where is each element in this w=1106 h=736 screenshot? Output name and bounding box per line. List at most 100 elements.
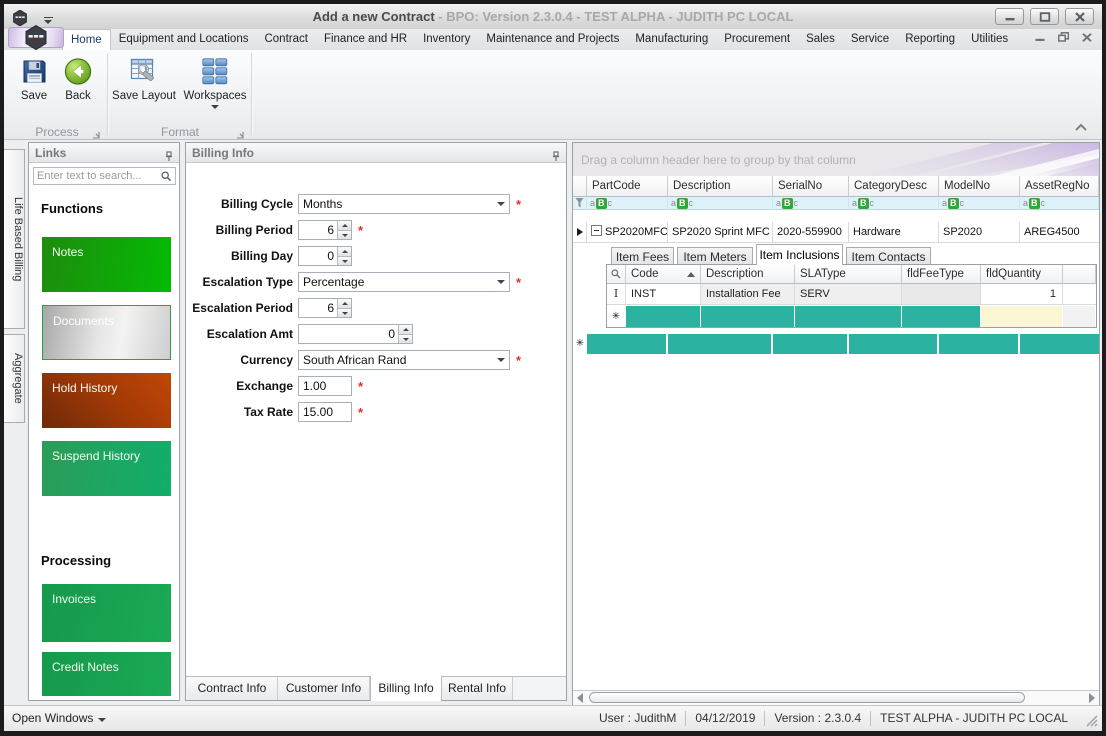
currency-combo[interactable]: South African Rand (298, 350, 510, 370)
spin-down-icon[interactable] (337, 230, 351, 239)
scroll-left-icon[interactable] (577, 693, 583, 703)
save-layout-button[interactable]: Save Layout (110, 53, 178, 125)
ribbon-tab-finance-and-hr[interactable]: Finance and HR (316, 29, 415, 50)
search-icon[interactable] (161, 171, 172, 182)
cell-assetregno[interactable]: AREG4500 (1020, 222, 1099, 243)
ribbon-tab-utilities[interactable]: Utilities (963, 29, 1016, 50)
billing-period-spinner[interactable]: 6 (298, 220, 352, 240)
collapse-ribbon-icon[interactable] (1074, 121, 1088, 136)
detail-cell-fldquantity[interactable]: 1 (981, 284, 1063, 305)
detail-column-slatype[interactable]: SLAType (795, 265, 902, 284)
detail-new-cell-description[interactable] (701, 306, 795, 327)
tab-contract-info[interactable]: Contract Info (187, 677, 278, 700)
spin-up-icon[interactable] (337, 299, 351, 308)
column-header-modelno[interactable]: ModelNo (939, 176, 1020, 197)
detail-column-description[interactable]: Description (701, 265, 795, 284)
detail-column-code[interactable]: Code (626, 265, 701, 284)
suspend-history-button[interactable]: Suspend History (42, 441, 171, 496)
search-icon[interactable] (607, 265, 626, 284)
credit-notes-button[interactable]: Credit Notes (42, 652, 171, 696)
ribbon-tab-reporting[interactable]: Reporting (897, 29, 963, 50)
chevron-down-icon[interactable] (493, 274, 508, 290)
group-by-box[interactable]: Drag a column header here to group by th… (573, 143, 1099, 176)
spin-down-icon[interactable] (337, 256, 351, 265)
ribbon-tab-maintenance-and-projects[interactable]: Maintenance and Projects (478, 29, 627, 50)
back-button[interactable]: Back (56, 53, 100, 125)
exchange-field[interactable]: 1.00 (298, 376, 352, 396)
application-button[interactable] (8, 27, 64, 48)
cell-description[interactable]: SP2020 Sprint MFC (668, 222, 773, 243)
side-tab-aggregate[interactable]: Aggregate (4, 334, 25, 423)
ribbon-tab-sales[interactable]: Sales (798, 29, 843, 50)
escalation-type-combo[interactable]: Percentage (298, 272, 510, 292)
detail-cell-slatype[interactable]: SERV (795, 284, 902, 305)
collapse-detail-icon[interactable] (591, 225, 602, 236)
filter-cell-serialno[interactable]: aBc (773, 197, 849, 210)
column-header-description[interactable]: Description (668, 176, 773, 197)
tab-item-contacts[interactable]: Item Contacts (846, 247, 931, 265)
detail-new-cell-code[interactable] (626, 306, 701, 327)
filter-cell-partcode[interactable]: aBc (587, 197, 668, 210)
spin-up-icon[interactable] (337, 221, 351, 230)
invoices-button[interactable]: Invoices (42, 584, 171, 642)
ribbon-tab-manufacturing[interactable]: Manufacturing (627, 29, 716, 50)
cell-modelno[interactable]: SP2020 (939, 222, 1020, 243)
spin-down-icon[interactable] (337, 308, 351, 317)
tab-customer-info[interactable]: Customer Info (278, 677, 370, 700)
detail-cell-code[interactable]: INST (626, 284, 701, 305)
filter-cell-categorydesc[interactable]: aBc (849, 197, 939, 210)
detail-new-cell-fldfeetype[interactable] (902, 306, 981, 327)
save-button[interactable]: Save (12, 53, 56, 125)
ribbon-tab-service[interactable]: Service (843, 29, 897, 50)
tab-rental-info[interactable]: Rental Info (442, 677, 513, 700)
column-header-partcode[interactable]: PartCode (587, 176, 668, 197)
pin-icon[interactable] (164, 148, 174, 168)
minimize-button[interactable] (995, 8, 1024, 25)
close-button[interactable] (1065, 8, 1094, 25)
format-dialog-launcher-icon[interactable] (236, 128, 246, 138)
escalation-amt-spinner[interactable]: 0 (298, 324, 413, 344)
documents-button[interactable]: Documents (42, 305, 171, 360)
ribbon-close-icon[interactable] (1082, 33, 1092, 42)
links-search-input[interactable] (37, 169, 159, 183)
ribbon-minimize-icon[interactable] (1035, 33, 1045, 42)
detail-new-cell-fldquantity[interactable] (981, 306, 1063, 327)
notes-button[interactable]: Notes (42, 237, 171, 292)
tab-item-fees[interactable]: Item Fees (611, 247, 674, 265)
cell-categorydesc[interactable]: Hardware (849, 222, 939, 243)
tab-item-inclusions[interactable]: Item Inclusions (756, 244, 843, 265)
billing-day-spinner[interactable]: 0 (298, 246, 352, 266)
ribbon-tab-home[interactable]: Home (62, 29, 111, 50)
tab-billing-info[interactable]: Billing Info (370, 676, 442, 701)
process-dialog-launcher-icon[interactable] (92, 128, 102, 138)
chevron-down-icon[interactable] (493, 352, 508, 368)
spin-up-icon[interactable] (398, 325, 412, 334)
grid-horizontal-scrollbar[interactable] (573, 690, 1099, 705)
filter-cell-description[interactable]: aBc (668, 197, 773, 210)
filter-cell-assetregno[interactable]: aBc (1020, 197, 1099, 210)
workspaces-button[interactable]: Workspaces (181, 53, 249, 125)
scrollbar-thumb[interactable] (589, 692, 1025, 703)
detail-column-fldfeetype[interactable]: fldFeeType (902, 265, 981, 284)
cell-serialno[interactable]: 2020-559900 (773, 222, 849, 243)
column-header-categorydesc[interactable]: CategoryDesc (849, 176, 939, 197)
scroll-right-icon[interactable] (1089, 693, 1095, 703)
resize-grip-icon[interactable] (1085, 714, 1099, 728)
detail-column-fldquantity[interactable]: fldQuantity (981, 265, 1063, 284)
filter-cell-modelno[interactable]: aBc (939, 197, 1020, 210)
ribbon-tab-procurement[interactable]: Procurement (716, 29, 798, 50)
ribbon-restore-icon[interactable] (1058, 32, 1069, 42)
ribbon-tab-inventory[interactable]: Inventory (415, 29, 478, 50)
open-windows-button[interactable]: Open Windows (12, 706, 106, 731)
maximize-button[interactable] (1030, 8, 1059, 25)
qat-dropdown-icon[interactable] (44, 17, 53, 24)
chevron-down-icon[interactable] (493, 196, 508, 212)
pin-icon[interactable] (551, 148, 561, 168)
column-header-assetregno[interactable]: AssetRegNo (1020, 176, 1099, 197)
escalation-period-spinner[interactable]: 6 (298, 298, 352, 318)
spin-up-icon[interactable] (337, 247, 351, 256)
spin-down-icon[interactable] (398, 334, 412, 343)
grid-new-row-cells[interactable] (587, 334, 1099, 354)
detail-new-cell-slatype[interactable] (795, 306, 902, 327)
ribbon-tab-equipment-and-locations[interactable]: Equipment and Locations (111, 29, 257, 50)
